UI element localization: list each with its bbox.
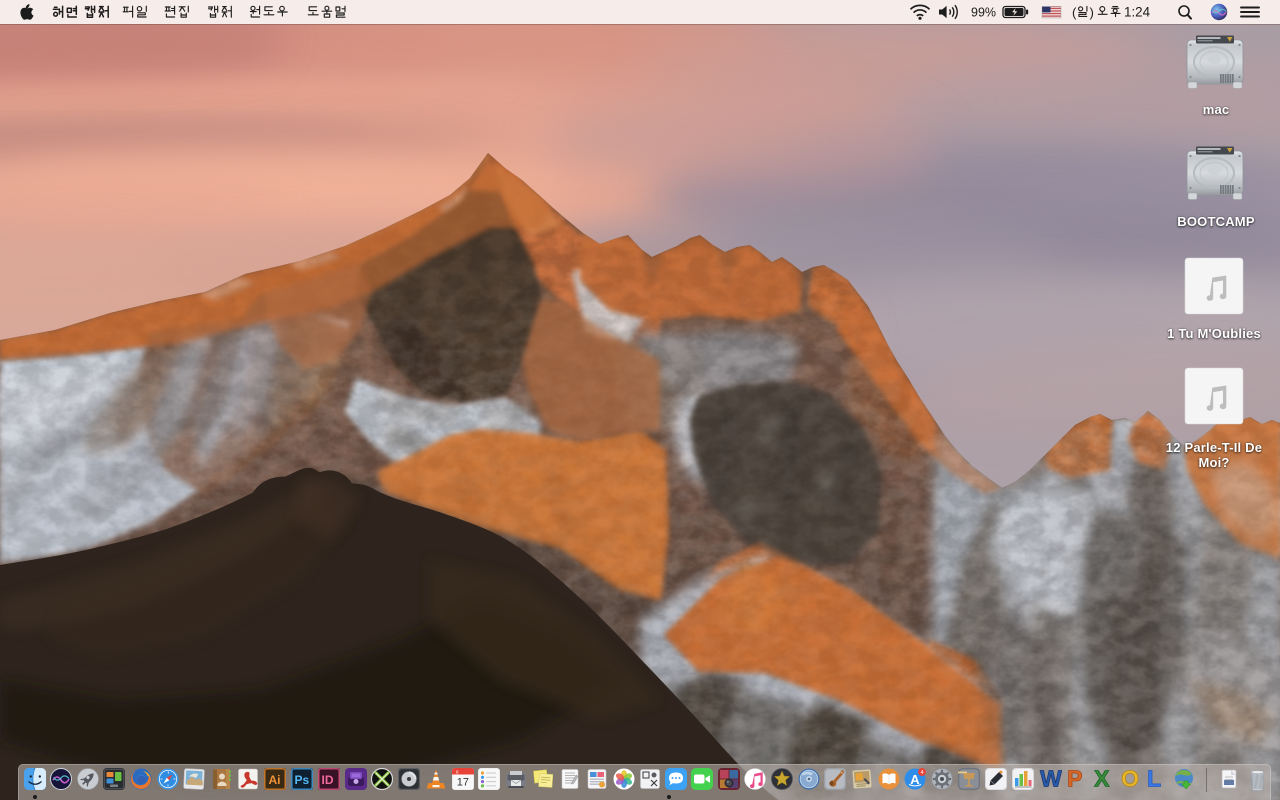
svg-text:4: 4: [921, 770, 924, 776]
svg-text:ID: ID: [322, 773, 334, 787]
svg-text:X: X: [1094, 767, 1110, 791]
svg-text:): ): [1090, 5, 1094, 20]
svg-text:O: O: [1121, 767, 1139, 791]
svg-text:(: (: [1072, 5, 1077, 20]
svg-text:Ai: Ai: [269, 773, 281, 787]
svg-text:99%: 99%: [971, 6, 996, 20]
svg-text:Ps: Ps: [295, 773, 310, 787]
svg-text:1:24: 1:24: [1124, 5, 1151, 20]
svg-text:P: P: [1067, 767, 1082, 791]
svg-text:17: 17: [457, 777, 469, 789]
svg-text:W: W: [1040, 767, 1062, 791]
svg-text:L: L: [1147, 767, 1161, 791]
